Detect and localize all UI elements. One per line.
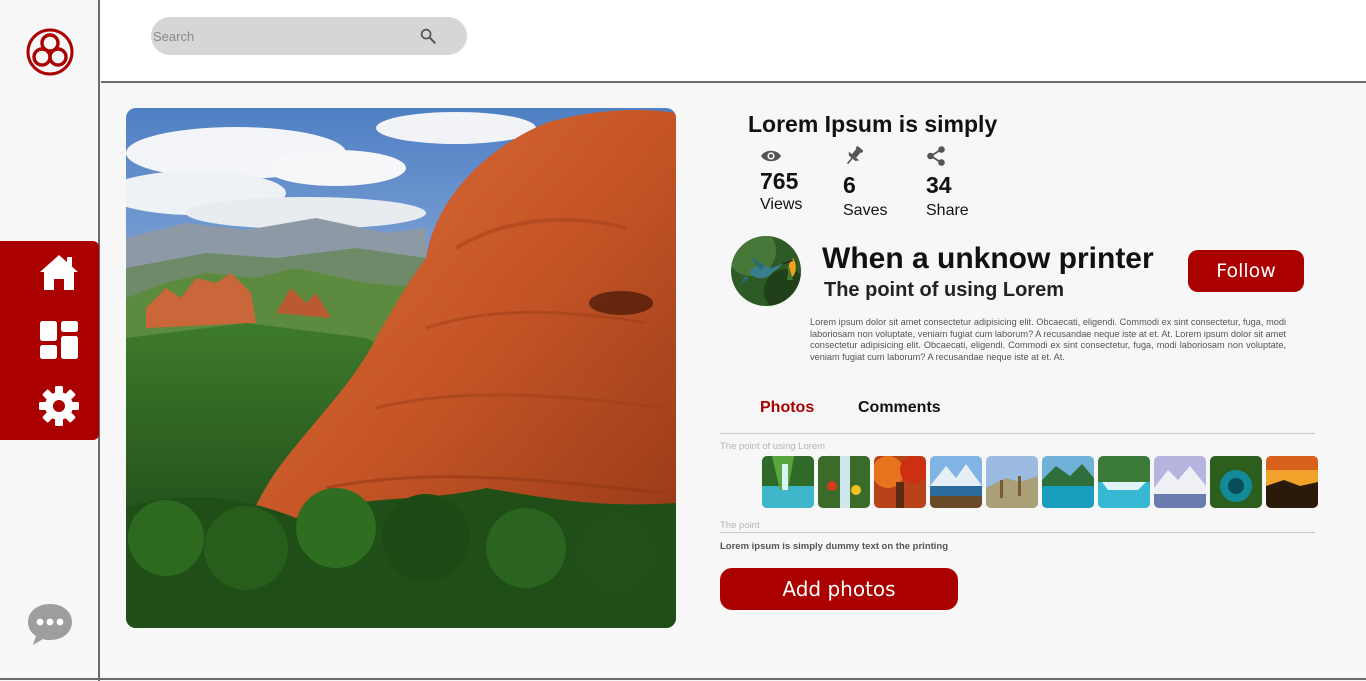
tab-comments[interactable]: Comments — [858, 399, 941, 417]
share-count: 34 — [926, 172, 952, 198]
stat-share: 34 Share — [926, 146, 969, 220]
add-photos-button[interactable]: Add photos — [720, 568, 958, 610]
saves-count: 6 — [843, 172, 856, 198]
sidebar-item-dashboard[interactable] — [37, 318, 81, 362]
sidebar-item-home[interactable] — [37, 250, 81, 294]
main-photo[interactable] — [126, 108, 676, 628]
sidebar-item-settings[interactable] — [37, 384, 81, 428]
thumbnail[interactable] — [930, 456, 982, 508]
thumbnail[interactable] — [1266, 456, 1318, 508]
dashboard-icon — [40, 321, 78, 359]
thumbnail[interactable] — [1098, 456, 1150, 508]
photo-thumbnails — [762, 456, 1318, 508]
tab-photos[interactable]: Photos — [760, 399, 814, 417]
views-count: 765 — [760, 168, 799, 194]
section-caption: The point — [720, 520, 760, 531]
stat-views: 765 Views — [760, 146, 802, 214]
tabs-divider — [720, 433, 1315, 434]
post-title: Lorem Ipsum is simply — [748, 111, 998, 137]
app-window: Lorem Ipsum is simply 765 Views 6 Saves — [0, 0, 1366, 681]
thumbnail[interactable] — [874, 456, 926, 508]
gallery-caption: The point of using Lorem — [720, 441, 826, 452]
thumbnail[interactable] — [986, 456, 1038, 508]
author-avatar[interactable] — [731, 236, 801, 306]
home-icon — [40, 255, 78, 290]
thumbnail[interactable] — [1042, 456, 1094, 508]
top-header — [101, 0, 1366, 83]
saves-label: Saves — [843, 202, 888, 219]
bottom-border — [0, 678, 1366, 680]
author-bio: Lorem ipsum dolor sit amet consectetur a… — [810, 317, 1286, 362]
chat-icon[interactable] — [26, 602, 74, 646]
thumbnail[interactable] — [1210, 456, 1262, 508]
section-note: Lorem ipsum is simply dummy text on the … — [720, 541, 949, 552]
left-sidebar — [0, 0, 100, 681]
share-label: Share — [926, 202, 969, 219]
author-name: When a unknow printer — [822, 242, 1154, 275]
eye-icon — [761, 150, 781, 162]
thumbnail[interactable] — [1154, 456, 1206, 508]
author-subtitle: The point of using Lorem — [824, 279, 1064, 301]
thumbnail[interactable] — [818, 456, 870, 508]
section-divider — [720, 532, 1315, 533]
pin-icon — [846, 146, 864, 165]
share-icon[interactable] — [926, 146, 948, 166]
stat-saves: 6 Saves — [843, 146, 887, 220]
search-icon[interactable] — [419, 27, 437, 45]
app-logo[interactable] — [25, 27, 75, 77]
search-input[interactable] — [153, 17, 413, 55]
thumbnail[interactable] — [762, 456, 814, 508]
follow-button[interactable]: Follow — [1188, 250, 1304, 292]
views-label: Views — [760, 196, 803, 213]
gear-icon — [39, 386, 79, 426]
search-bar[interactable] — [151, 17, 467, 55]
sidebar-nav — [0, 241, 99, 440]
